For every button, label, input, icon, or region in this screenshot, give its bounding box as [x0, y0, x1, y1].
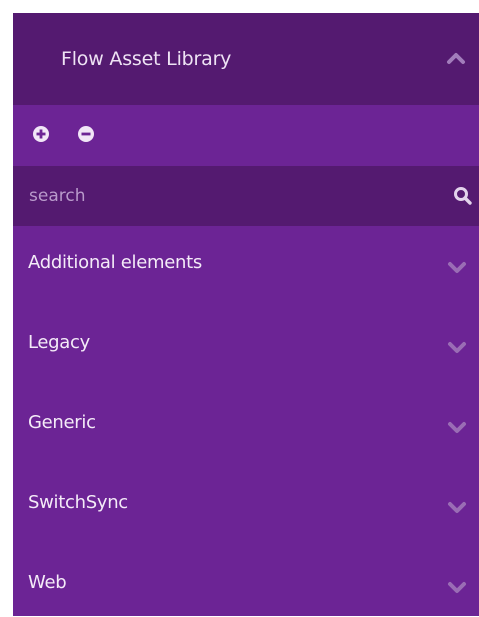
- minus-circle-icon[interactable]: [77, 125, 95, 143]
- chevron-down-icon[interactable]: [447, 577, 467, 597]
- category-switchsync[interactable]: SwitchSync: [13, 466, 479, 546]
- library-toolbar: [13, 105, 479, 166]
- category-label: Legacy: [28, 331, 90, 353]
- category-legacy[interactable]: Legacy: [13, 306, 479, 386]
- category-label: Web: [28, 571, 67, 593]
- category-additional-elements[interactable]: Additional elements: [13, 226, 479, 306]
- search-icon[interactable]: [453, 186, 473, 206]
- category-web[interactable]: Web: [13, 546, 479, 616]
- library-title: Flow Asset Library: [61, 48, 232, 70]
- category-list: Additional elements Legacy Generic Switc…: [13, 226, 479, 616]
- chevron-down-icon[interactable]: [447, 257, 467, 277]
- chevron-up-icon[interactable]: [446, 48, 466, 68]
- category-label: Additional elements: [28, 251, 202, 273]
- category-generic[interactable]: Generic: [13, 386, 479, 466]
- chevron-down-icon[interactable]: [447, 337, 467, 357]
- flow-asset-library-panel: Flow Asset Library Additional elements: [13, 13, 479, 616]
- library-header[interactable]: Flow Asset Library: [13, 13, 479, 105]
- search-input[interactable]: [13, 166, 433, 226]
- search-bar: [13, 166, 479, 226]
- category-label: SwitchSync: [28, 491, 128, 513]
- category-label: Generic: [28, 411, 96, 433]
- plus-circle-icon[interactable]: [32, 125, 50, 143]
- chevron-down-icon[interactable]: [447, 417, 467, 437]
- chevron-down-icon[interactable]: [447, 497, 467, 517]
